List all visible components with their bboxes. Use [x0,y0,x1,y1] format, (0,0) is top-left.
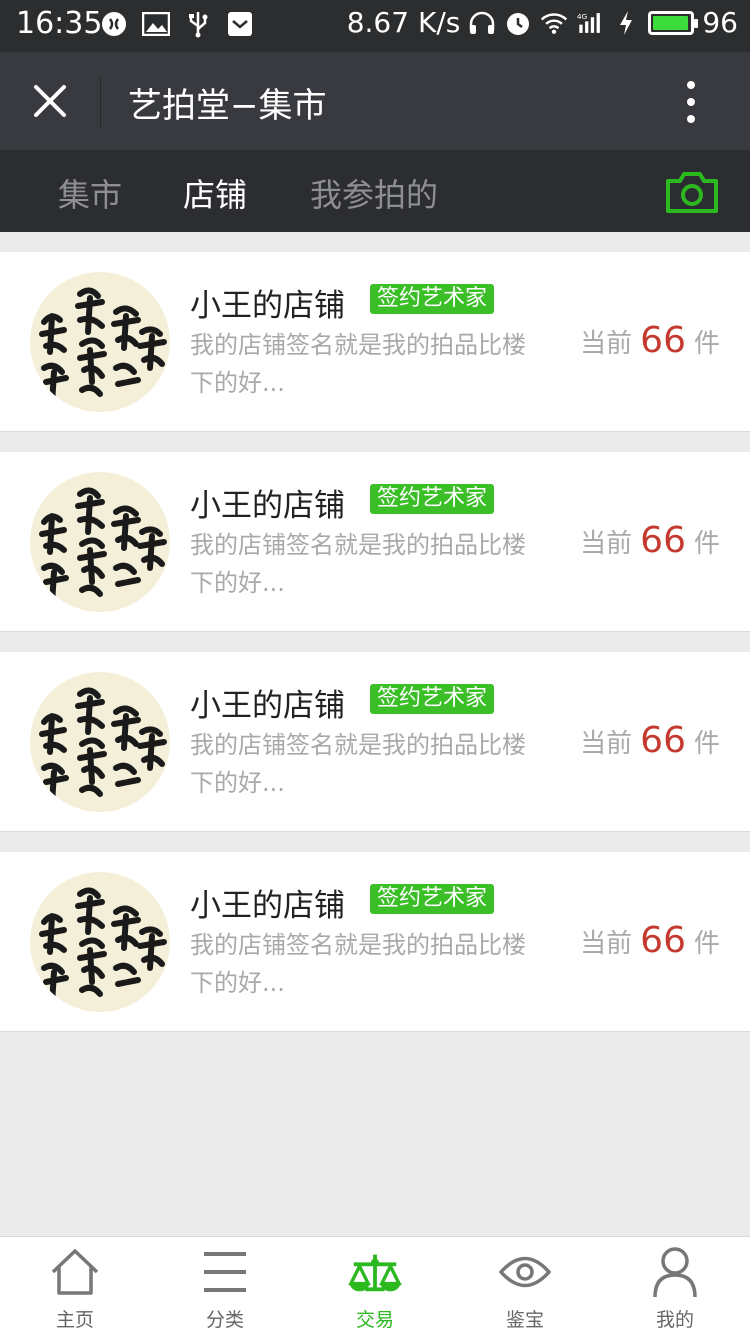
shop-avatar [30,272,170,412]
usb-icon [184,10,212,38]
menu-icon [198,1245,252,1299]
browser-icon [100,10,128,38]
item-count: 当前 66 件 [580,520,720,561]
item-count: 当前 66 件 [580,920,720,961]
list-item[interactable]: 小王的店铺 签约艺术家 我的店铺签名就是我的拍品比楼下的好... 当前 66 件 [0,652,750,832]
header-divider [100,76,101,128]
battery-level [653,15,688,30]
count-number: 66 [640,920,686,961]
nav-home[interactable]: 主页 [0,1237,150,1334]
nav-mine[interactable]: 我的 [600,1237,750,1334]
count-number: 66 [640,320,686,361]
shop-name: 小王的店铺 [190,888,345,924]
count-number: 66 [640,720,686,761]
count-number: 66 [640,520,686,561]
calligraphy-image [39,887,167,1007]
charging-icon [612,9,640,37]
tab-shops[interactable]: 店铺 [183,170,247,216]
shop-avatar [30,472,170,612]
count-prefix: 当前 [580,529,633,559]
artist-badge: 签约艺术家 [370,884,495,914]
status-notification-icons [100,10,254,38]
close-icon [34,85,66,117]
artist-badge: 签约艺术家 [370,484,495,514]
more-options-button[interactable] [666,76,716,128]
nav-label: 分类 [205,1309,244,1331]
camera-button[interactable] [664,169,720,215]
battery-icon [648,10,699,35]
shop-avatar [30,672,170,812]
nav-label: 主页 [55,1309,94,1331]
more-vertical-icon [687,81,695,89]
count-suffix: 件 [693,929,720,959]
shop-list: 小王的店铺 签约艺术家 我的店铺签名就是我的拍品比楼下的好... 当前 66 件… [0,252,750,1052]
alarm-icon [504,9,532,37]
count-suffix: 件 [693,529,720,559]
signal-4g-icon: 4G [576,9,604,37]
page-title: 艺拍堂−集市 [128,86,327,126]
scale-icon [348,1245,402,1299]
tab-bar: 集市 店铺 我参拍的 [0,150,750,232]
close-button[interactable] [20,71,80,131]
shop-description: 我的店铺签名就是我的拍品比楼下的好... [190,931,526,997]
image-icon [142,10,170,38]
nav-label: 我的 [655,1309,694,1331]
signal-type: 4G [577,11,588,20]
count-prefix: 当前 [580,729,633,759]
shop-description: 我的店铺签名就是我的拍品比楼下的好... [190,331,526,397]
status-time: 16:35 [16,6,103,41]
network-speed: 8.67 K/s [346,6,461,39]
shop-description: 我的店铺签名就是我的拍品比楼下的好... [190,531,526,597]
count-prefix: 当前 [580,929,633,959]
bottom-nav: 主页 分类 交易 鉴宝 我的 [0,1236,750,1334]
shop-name: 小王的店铺 [190,688,345,724]
artist-badge: 签约艺术家 [370,684,495,714]
list-item[interactable]: 小王的店铺 签约艺术家 我的店铺签名就是我的拍品比楼下的好... 当前 66 件 [0,252,750,432]
shop-name: 小王的店铺 [190,288,345,324]
nav-label: 鉴宝 [505,1309,544,1331]
list-item[interactable]: 小王的店铺 签约艺术家 我的店铺签名就是我的拍品比楼下的好... 当前 66 件 [0,852,750,1032]
camera-icon [666,172,718,213]
user-icon [648,1245,702,1299]
nav-appraisal[interactable]: 鉴宝 [450,1237,600,1334]
battery-percent: 96 [702,6,738,39]
item-count: 当前 66 件 [580,720,720,761]
header-bar: 艺拍堂−集市 [0,52,750,150]
calligraphy-image [39,687,167,807]
list-item[interactable]: 小王的店铺 签约艺术家 我的店铺签名就是我的拍品比楼下的好... 当前 66 件 [0,452,750,632]
nav-label: 交易 [355,1309,394,1331]
nav-category[interactable]: 分类 [150,1237,300,1334]
calligraphy-image [39,487,167,607]
home-icon [48,1245,102,1299]
item-count: 当前 66 件 [580,320,720,361]
count-prefix: 当前 [580,329,633,359]
headphones-icon [468,9,496,37]
artist-badge: 签约艺术家 [370,284,495,314]
shop-description: 我的店铺签名就是我的拍品比楼下的好... [190,731,526,797]
wifi-icon [540,9,568,37]
status-system-icons: 8.67 K/s 4G 96 [347,6,738,39]
calligraphy-image [39,287,167,407]
tab-market[interactable]: 集市 [58,170,122,216]
nav-trade[interactable]: 交易 [300,1237,450,1334]
shop-name: 小王的店铺 [190,488,345,524]
shop-avatar [30,872,170,1012]
status-bar: 16:35 8.67 K/s 4G 96 [0,0,750,52]
tab-my-bids[interactable]: 我参拍的 [310,170,438,216]
count-suffix: 件 [693,329,720,359]
eye-icon [498,1245,552,1299]
count-suffix: 件 [693,729,720,759]
mail-icon [226,10,254,38]
